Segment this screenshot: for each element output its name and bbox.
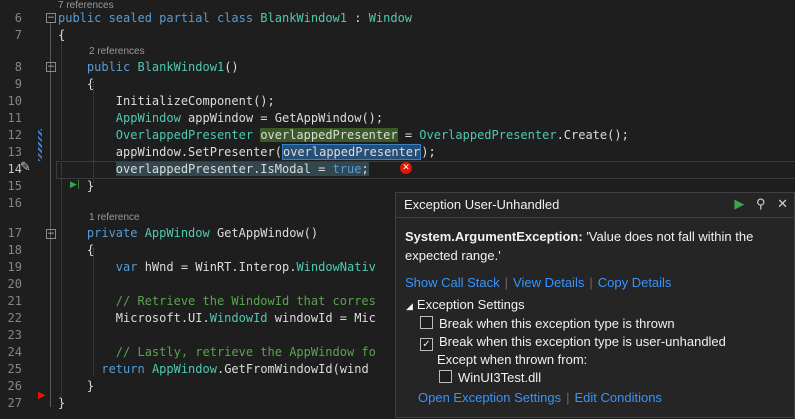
code-line: 7 <box>0 27 795 44</box>
code-text[interactable]: // Retrieve the WindowId that corres <box>58 293 376 310</box>
code-text[interactable]: { <box>58 76 94 93</box>
line-number: 18 <box>7 243 22 257</box>
exception-settings-label: Exception Settings <box>416 297 525 312</box>
edit-and-continue-icon[interactable]: ✎ <box>20 160 31 175</box>
code-text[interactable]: } <box>58 395 65 412</box>
codelens-ctor-references[interactable]: 2 references <box>89 46 145 57</box>
line-number: 11 <box>7 111 22 125</box>
pin-icon[interactable]: ⚲ <box>756 196 766 212</box>
code-text[interactable]: public sealed partial class BlankWindow1… <box>58 10 412 27</box>
code-text[interactable]: OverlappedPresenter overlappedPresenter … <box>58 127 629 144</box>
code-text[interactable]: AppWindow appWindow = GetAppWindow(); <box>58 110 383 127</box>
exception-message: System.ArgumentException: 'Value does no… <box>405 227 785 265</box>
line-number: 17 <box>7 226 22 240</box>
line-number: 20 <box>7 277 22 291</box>
line-number: 16 <box>7 196 22 210</box>
breakpoint-arrow-icon: ▶ <box>38 390 46 401</box>
module-checkbox[interactable] <box>439 370 452 383</box>
break-unhandled-option[interactable]: ✓ Break when this exception type is user-… <box>420 334 726 351</box>
line-number: 7 <box>14 28 22 42</box>
code-text[interactable]: { <box>58 27 65 44</box>
line-number: 22 <box>7 311 22 325</box>
play-icon[interactable]: ▶ <box>734 196 744 212</box>
divider <box>396 217 794 218</box>
run-to-cursor-icon[interactable]: ▶| <box>70 180 80 190</box>
code-text-current[interactable]: overlappedPresenter.IsModal = true; <box>58 161 369 178</box>
break-thrown-checkbox[interactable] <box>420 316 433 329</box>
code-text[interactable]: InitializeComponent(); <box>58 93 275 110</box>
code-text[interactable]: private AppWindow GetAppWindow() <box>58 225 318 242</box>
code-text[interactable]: Microsoft.UI.WindowId windowId = Mic <box>58 310 376 327</box>
line-number: 24 <box>7 345 22 359</box>
line-number: 12 <box>7 128 22 142</box>
show-call-stack-link[interactable]: Show Call Stack <box>405 275 500 290</box>
break-thrown-option[interactable]: Break when this exception type is thrown <box>420 316 675 331</box>
line-number: 25 <box>7 362 22 376</box>
code-text[interactable]: // Lastly, retrieve the AppWindow fo <box>58 344 376 361</box>
line-number: 13 <box>7 145 22 159</box>
line-number: 8 <box>14 60 22 74</box>
popup-title: Exception User-Unhandled <box>404 197 560 212</box>
break-unhandled-label: Break when this exception type is user-u… <box>439 334 726 349</box>
open-exception-settings-link[interactable]: Open Exception Settings <box>418 390 561 405</box>
line-number: 6 <box>14 11 22 25</box>
close-icon[interactable]: ✕ <box>777 196 788 212</box>
code-text[interactable]: var hWnd = WinRT.Interop.WindowNativ <box>58 259 376 276</box>
line-number: 27 <box>7 396 22 410</box>
codelens-method-references[interactable]: 1 reference <box>89 212 140 223</box>
collapse-triangle-icon[interactable]: ◢ <box>406 301 413 311</box>
code-text[interactable]: { <box>58 242 94 259</box>
module-option[interactable]: WinUI3Test.dll <box>439 370 541 385</box>
exception-bottom-links: Open Exception Settings | Edit Conditions <box>418 390 662 405</box>
module-label: WinUI3Test.dll <box>458 370 542 385</box>
except-when-label: Except when thrown from: <box>437 352 588 367</box>
view-details-link[interactable]: View Details <box>513 275 584 290</box>
line-number: 21 <box>7 294 22 308</box>
exception-settings-header[interactable]: ◢ Exception Settings <box>406 297 525 312</box>
line-number: 19 <box>7 260 22 274</box>
break-thrown-label: Break when this exception type is thrown <box>439 316 675 331</box>
line-number: 10 <box>7 94 22 108</box>
line-number: 23 <box>7 328 22 342</box>
exception-type: System.ArgumentException: <box>405 229 583 244</box>
code-text[interactable]: } <box>58 378 94 395</box>
copy-details-link[interactable]: Copy Details <box>598 275 672 290</box>
code-text[interactable]: return AppWindow.GetFromWindowId(wind <box>58 361 368 378</box>
exception-helper-popup: Exception User-Unhandled ▶ ⚲ ✕ System.Ar… <box>395 192 795 418</box>
line-number: 14 <box>7 162 22 176</box>
code-text[interactable]: public BlankWindow1() <box>58 59 239 76</box>
exception-links: Show Call Stack | View Details | Copy Detail… <box>405 275 672 290</box>
line-number: 26 <box>7 379 22 393</box>
break-unhandled-checkbox[interactable]: ✓ <box>420 338 433 351</box>
exception-icon[interactable]: ✕ <box>400 162 412 174</box>
line-number: 15 <box>7 179 22 193</box>
edit-conditions-link[interactable]: Edit Conditions <box>574 390 661 405</box>
code-line: 9 <box>0 76 795 93</box>
code-text[interactable]: appWindow.SetPresenter(overlappedPresent… <box>58 144 436 161</box>
line-number: 9 <box>14 77 22 91</box>
